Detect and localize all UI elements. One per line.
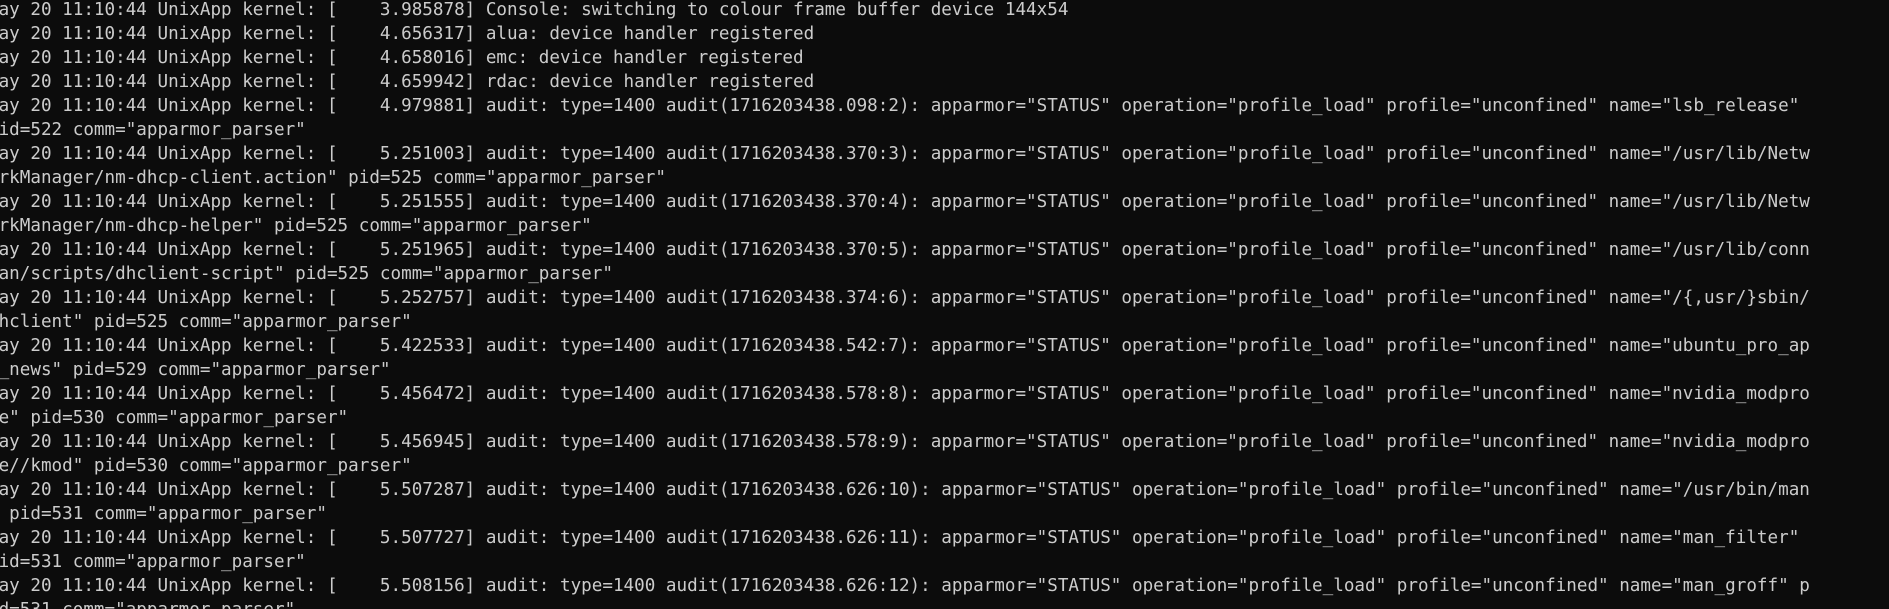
log-line: May 20 11:10:44 UnixApp kernel: [ 4.6599…: [0, 72, 815, 92]
log-line: May 20 11:10:44 UnixApp kernel: [ 5.2510…: [0, 144, 1810, 164]
log-line: May 20 11:10:44 UnixApp kernel: [ 5.2527…: [0, 288, 1810, 308]
log-line: May 20 11:10:44 UnixApp kernel: [ 5.5077…: [0, 528, 1800, 548]
log-line-continuation: orkManager/nm-dhcp-helper" pid=525 comm=…: [0, 216, 592, 236]
log-line-continuation: orkManager/nm-dhcp-client.action" pid=52…: [0, 168, 666, 188]
log-line: May 20 11:10:44 UnixApp kernel: [ 5.5081…: [0, 576, 1810, 596]
log-line: May 20 11:10:44 UnixApp kernel: [ 5.4564…: [0, 384, 1810, 404]
log-line: May 20 11:10:44 UnixApp kernel: [ 5.2519…: [0, 240, 1810, 260]
log-line-continuation: pid=522 comm="apparmor_parser": [0, 120, 306, 140]
log-line-continuation: pid=531 comm="apparmor_parser": [0, 552, 306, 572]
log-line: May 20 11:10:44 UnixApp kernel: [ 5.5072…: [0, 480, 1810, 500]
log-line-continuation: t_news" pid=529 comm="apparmor_parser": [0, 360, 391, 380]
log-line-continuation: " pid=531 comm="apparmor_parser": [0, 504, 327, 524]
log-line: May 20 11:10:44 UnixApp kernel: [ 4.6580…: [0, 48, 804, 68]
log-line: May 20 11:10:44 UnixApp kernel: [ 5.2515…: [0, 192, 1810, 212]
terminal-output: May 20 11:10:44 UnixApp kernel: [ 3.9858…: [0, 0, 1810, 609]
log-line: May 20 11:10:44 UnixApp kernel: [ 4.6563…: [0, 24, 815, 44]
log-line-continuation: be" pid=530 comm="apparmor_parser": [0, 408, 349, 428]
log-line-continuation: be//kmod" pid=530 comm="apparmor_parser": [0, 456, 412, 476]
log-line-continuation: man/scripts/dhclient-script" pid=525 com…: [0, 264, 613, 284]
log-line: May 20 11:10:44 UnixApp kernel: [ 4.9798…: [0, 96, 1800, 116]
log-line-continuation: id=531 comm="apparmor_parser": [0, 598, 1810, 609]
log-line: May 20 11:10:44 UnixApp kernel: [ 5.4569…: [0, 432, 1810, 452]
log-line: May 20 11:10:44 UnixApp kernel: [ 3.9858…: [0, 0, 1069, 20]
log-line: May 20 11:10:44 UnixApp kernel: [ 5.4225…: [0, 336, 1810, 356]
log-line-continuation: dhclient" pid=525 comm="apparmor_parser": [0, 312, 412, 332]
terminal-window[interactable]: May 20 11:10:44 UnixApp kernel: [ 3.9858…: [0, 0, 1889, 609]
